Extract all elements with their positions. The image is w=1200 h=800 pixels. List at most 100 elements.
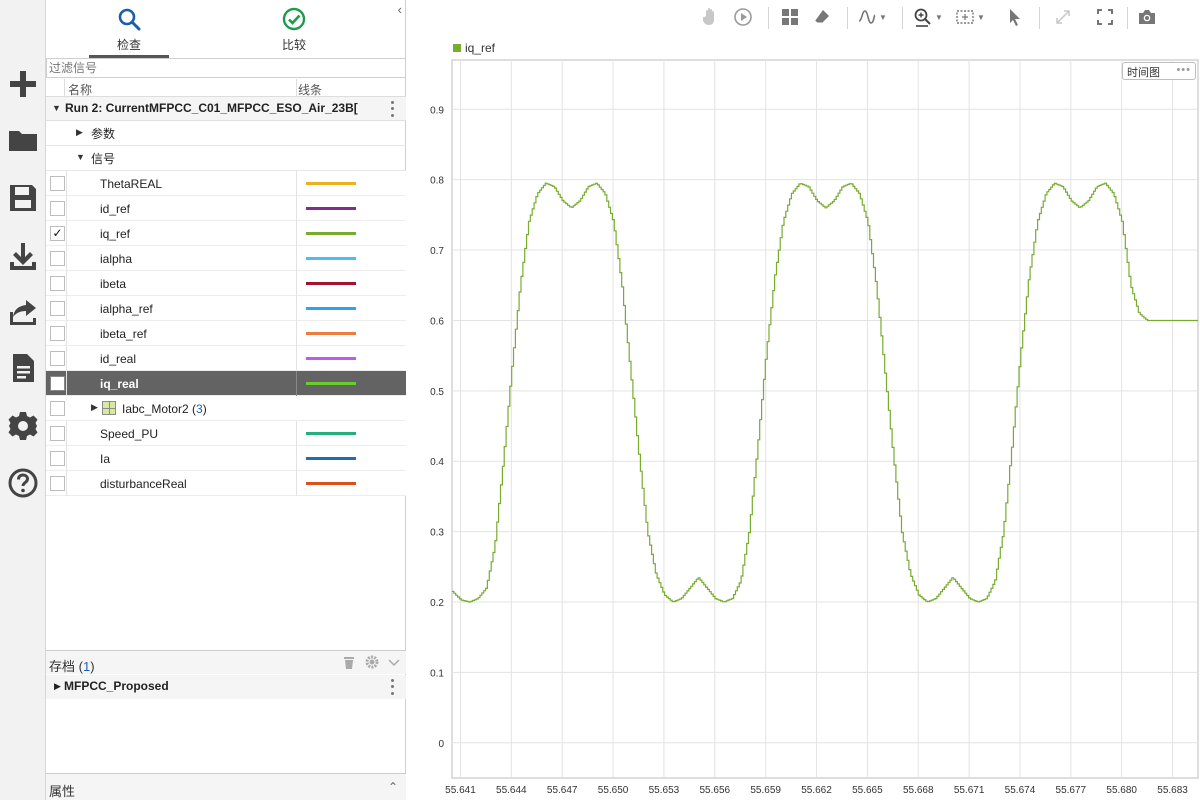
signal-row[interactable]: ialpha (46, 246, 406, 271)
view-menu-icon[interactable]: ••• (1176, 64, 1191, 76)
clear-button[interactable] (812, 6, 832, 28)
chevron-up-icon[interactable]: ⌃ (388, 780, 398, 794)
open-button[interactable] (3, 120, 43, 160)
legend-swatch (453, 44, 461, 52)
line-style-swatch[interactable] (306, 207, 356, 210)
tab-inspect[interactable]: 检查 (89, 4, 169, 58)
line-style-swatch[interactable] (306, 232, 356, 235)
collapse-panel-icon[interactable]: ‹ (398, 2, 402, 17)
help-button[interactable] (3, 463, 43, 503)
settings-button[interactable] (3, 406, 43, 446)
signal-row[interactable]: Ia (46, 446, 406, 471)
group-params-label: 参数 (91, 127, 116, 141)
expand-params-icon[interactable]: ▶ (76, 127, 83, 138)
signal-checkbox[interactable] (50, 401, 65, 416)
column-divider (66, 246, 67, 271)
column-divider (296, 421, 297, 446)
signal-row[interactable]: iq_real (46, 371, 406, 396)
signal-checkbox[interactable] (50, 451, 65, 466)
line-style-swatch[interactable] (306, 482, 356, 485)
signal-checkbox[interactable]: ✓ (50, 226, 65, 241)
properties-section[interactable]: 属性 ⌃ (46, 773, 406, 800)
line-style-swatch[interactable] (306, 257, 356, 260)
chevron-down-icon[interactable] (387, 655, 401, 669)
fit-button[interactable]: ▼ (955, 6, 985, 28)
gear-icon[interactable] (365, 655, 379, 669)
column-name-header[interactable]: 名称 (68, 81, 92, 98)
time-plot[interactable]: 0 0.1 0.2 0.3 0.4 0.5 0.6 0.7 0.8 0.9 55.641 55.644… (407, 52, 1200, 800)
y-tick-label: 0.9 (430, 105, 444, 116)
signal-checkbox[interactable] (50, 301, 65, 316)
signal-checkbox[interactable] (50, 426, 65, 441)
signal-row[interactable]: disturbanceReal (46, 471, 406, 496)
signal-row[interactable]: id_ref (46, 196, 406, 221)
save-button[interactable] (3, 178, 43, 218)
expand-button[interactable] (1053, 6, 1073, 28)
signal-checkbox[interactable] (50, 251, 65, 266)
line-style-swatch[interactable] (306, 457, 356, 460)
report-button[interactable] (3, 348, 43, 388)
column-divider (296, 321, 297, 346)
zoom-button[interactable]: ▼ (913, 6, 943, 28)
signal-row[interactable]: ThetaREAL (46, 171, 406, 196)
expand-archive-icon[interactable]: ▶ (54, 681, 61, 692)
signal-checkbox[interactable] (50, 201, 65, 216)
import-button[interactable] (3, 236, 43, 276)
column-divider (296, 246, 297, 271)
pan-button[interactable] (700, 6, 720, 28)
select-button[interactable] (1005, 6, 1025, 28)
x-tick-label: 55.668 (903, 785, 934, 796)
signal-row[interactable]: ialpha_ref (46, 296, 406, 321)
signal-row[interactable]: ibeta (46, 271, 406, 296)
view-type-tag[interactable]: 时间图 ••• (1122, 62, 1196, 80)
signal-checkbox[interactable] (50, 176, 65, 191)
gear-icon (8, 412, 38, 440)
signal-checkbox[interactable] (50, 376, 65, 391)
signal-checkbox[interactable] (50, 326, 65, 341)
line-style-swatch[interactable] (306, 282, 356, 285)
column-divider (66, 346, 67, 371)
new-button[interactable] (3, 64, 43, 104)
bus-signal-row[interactable]: ▶ Iabc_Motor2 (3) (46, 396, 406, 421)
tab-compare[interactable]: 比较 (254, 4, 334, 58)
line-style-swatch[interactable] (306, 307, 356, 310)
run-menu-icon[interactable] (389, 99, 395, 119)
trash-icon[interactable] (342, 655, 356, 669)
archive-menu-icon[interactable] (389, 677, 395, 697)
line-style-swatch[interactable] (306, 382, 356, 385)
line-style-swatch[interactable] (306, 432, 356, 435)
data-cursor-button[interactable]: ▼ (857, 6, 887, 28)
line-style-swatch[interactable] (306, 182, 356, 185)
signal-row[interactable]: ibeta_ref (46, 321, 406, 346)
layout-button[interactable] (780, 6, 800, 28)
column-divider (64, 79, 65, 97)
column-line-header[interactable]: 线条 (298, 81, 322, 98)
y-tick-label: 0.8 (430, 176, 444, 187)
signal-name: ThetaREAL (100, 177, 163, 191)
group-params[interactable]: ▶ 参数 (46, 121, 406, 146)
group-signals[interactable]: ▼ 信号 (46, 146, 406, 171)
filter-signals-input[interactable] (46, 58, 406, 78)
collapse-run-icon[interactable]: ▼ (52, 103, 61, 113)
run-row[interactable]: ▼ Run 2: CurrentMFPCC_C01_MFPCC_ESO_Air_… (46, 97, 406, 121)
export-button[interactable] (3, 292, 43, 332)
archive-item[interactable]: ▶ MFPCC_Proposed (46, 675, 406, 699)
snapshot-button[interactable] (1137, 6, 1157, 28)
column-divider (296, 371, 297, 396)
line-style-swatch[interactable] (306, 332, 356, 335)
line-style-swatch[interactable] (306, 357, 356, 360)
signal-row[interactable]: Speed_PU (46, 421, 406, 446)
bus-signal-label: Iabc_Motor2 (3) (122, 402, 207, 416)
column-divider (66, 471, 67, 496)
camera-icon (1139, 10, 1155, 24)
expand-bus-icon[interactable]: ▶ (91, 402, 98, 413)
plot-toolbar: ▼ ▼ ▼ (407, 0, 1200, 34)
play-button[interactable] (733, 6, 753, 28)
signal-row[interactable]: id_real (46, 346, 406, 371)
signal-checkbox[interactable] (50, 476, 65, 491)
signal-checkbox[interactable] (50, 276, 65, 291)
fullscreen-button[interactable] (1095, 6, 1115, 28)
collapse-signals-icon[interactable]: ▼ (76, 152, 85, 162)
signal-row[interactable]: ✓ iq_ref (46, 221, 406, 246)
signal-checkbox[interactable] (50, 351, 65, 366)
